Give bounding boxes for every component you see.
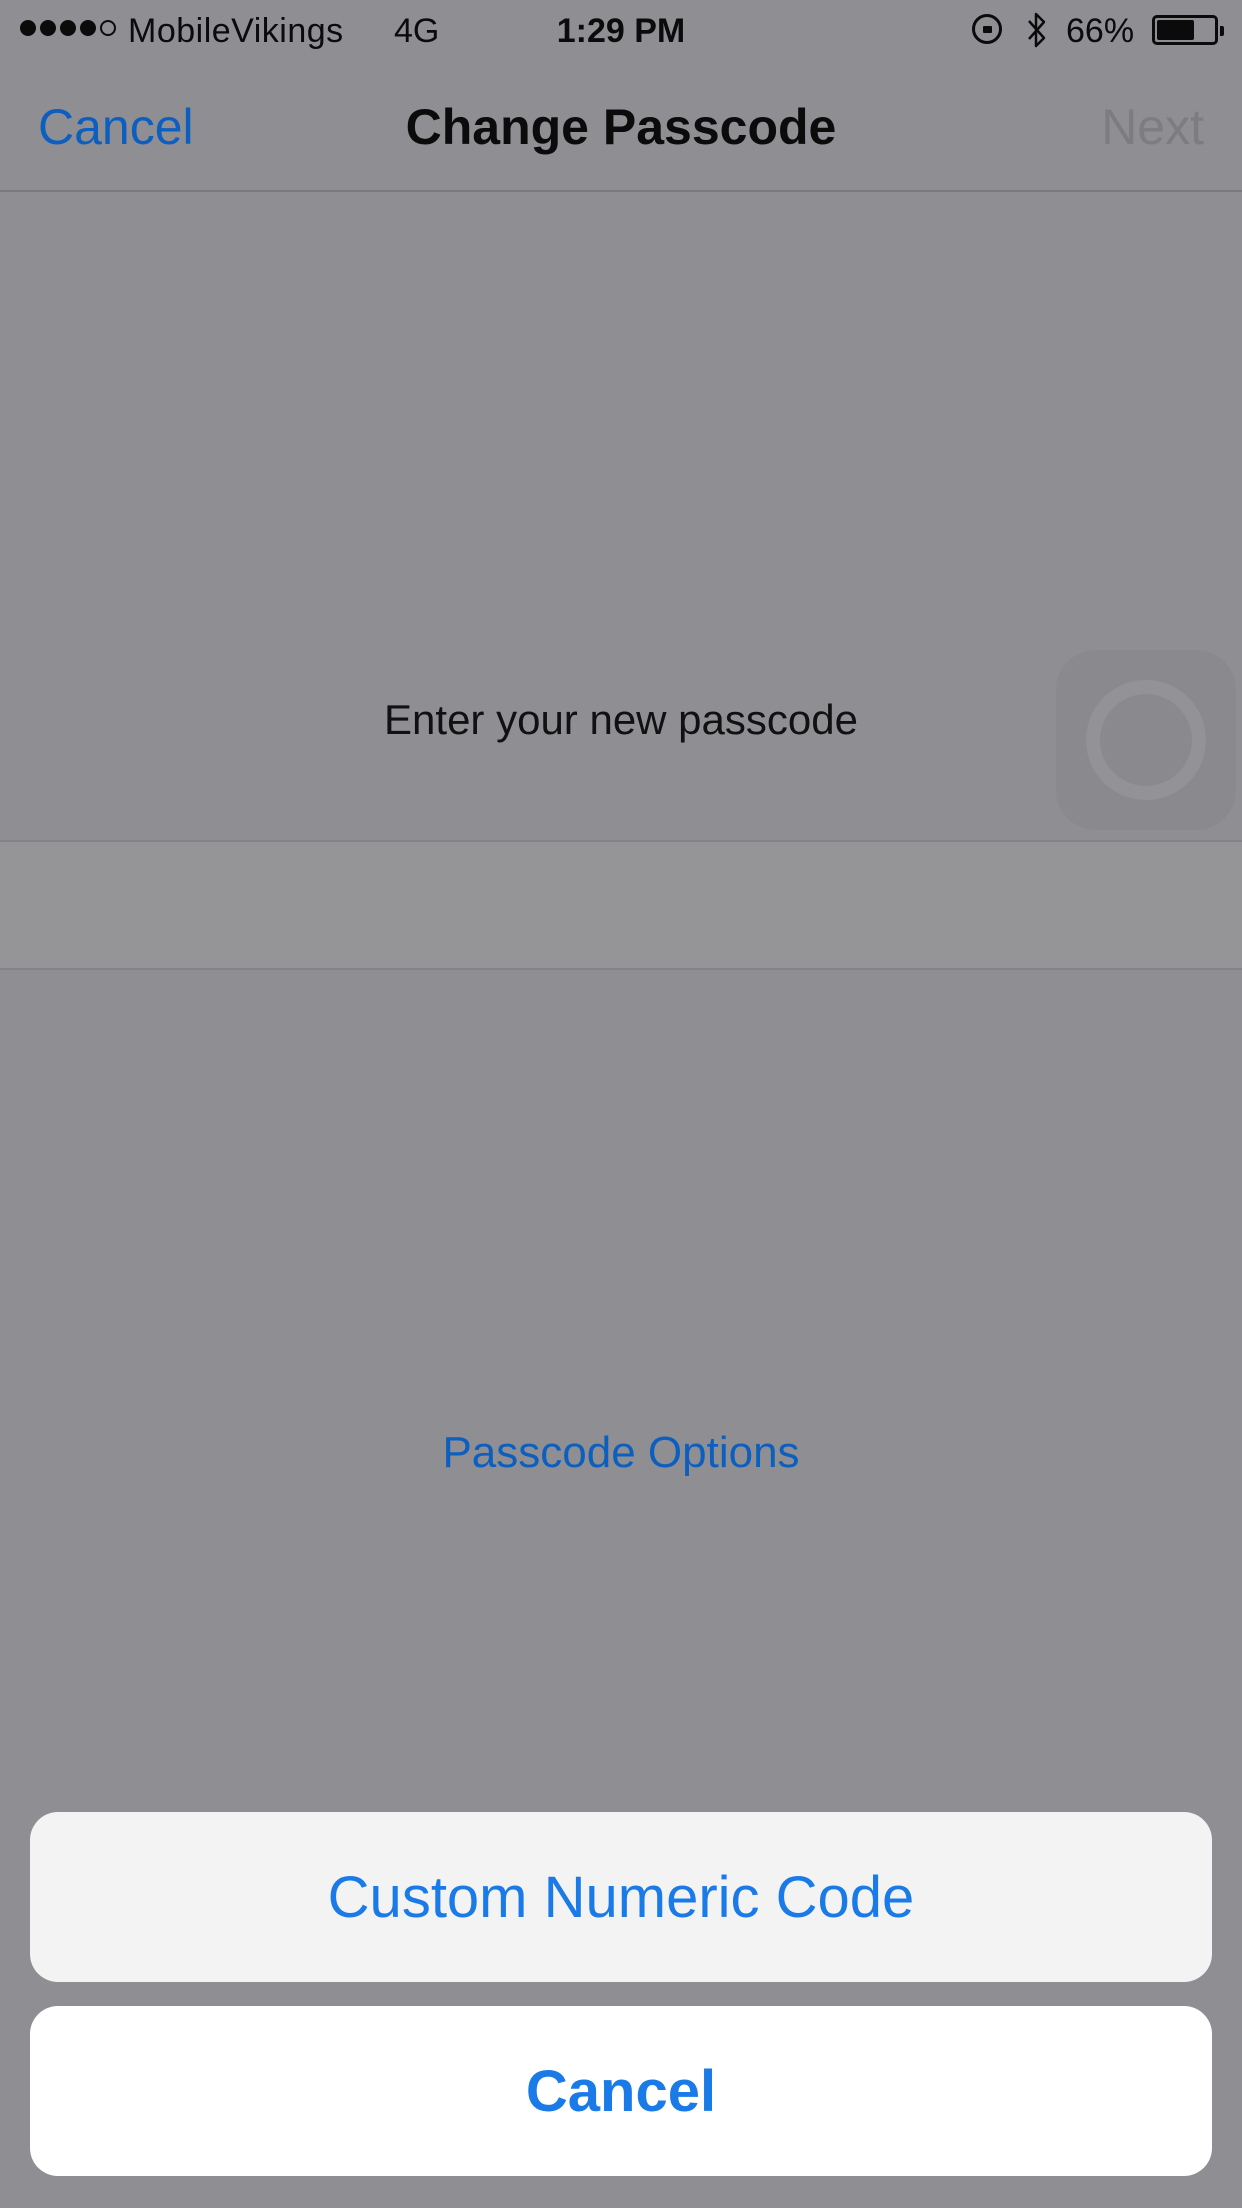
assistive-touch-button[interactable]	[1056, 650, 1236, 830]
battery-icon	[1152, 15, 1224, 45]
action-sheet-cancel-button[interactable]: Cancel	[30, 2006, 1212, 2176]
navigation-bar: Cancel Change Passcode Next	[0, 62, 1242, 192]
page-title: Change Passcode	[405, 99, 837, 155]
passcode-input[interactable]	[0, 840, 1242, 970]
battery-fill	[1157, 20, 1194, 40]
next-button[interactable]: Next	[1101, 98, 1204, 156]
bluetooth-icon	[1028, 12, 1046, 48]
custom-numeric-code-button[interactable]: Custom Numeric Code	[30, 1812, 1212, 1982]
status-bar: MobileVikings 4G 1:29 PM 66%	[0, 0, 1242, 62]
passcode-options-button[interactable]: Passcode Options	[0, 1428, 1242, 1478]
battery-percentage: 66%	[1066, 12, 1135, 50]
assistive-touch-icon	[1086, 680, 1206, 800]
status-time: 1:29 PM	[556, 12, 686, 50]
change-passcode-screen: MobileVikings 4G 1:29 PM 66% Cancel Chan…	[0, 0, 1242, 2208]
orientation-lock-icon	[972, 14, 1002, 44]
